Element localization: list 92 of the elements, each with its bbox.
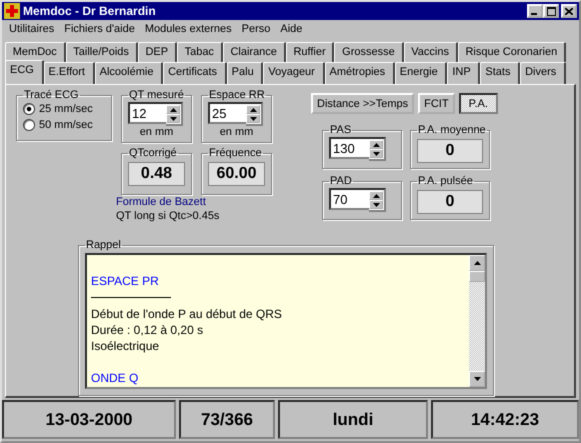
number-field[interactable]: 12 <box>128 102 166 124</box>
down-arrow-icon <box>170 116 176 120</box>
group-title: QT mesuré <box>128 89 185 101</box>
menu-item[interactable]: Modules externes <box>140 23 237 35</box>
tab[interactable]: Voyageur <box>263 62 324 84</box>
radio-label[interactable]: 50 mm/sec <box>39 119 93 131</box>
window-title: Memdoc - Dr Bernardin <box>23 4 156 18</box>
group-title: P.A. moyenne <box>417 124 487 136</box>
down-arrow-icon <box>372 152 380 156</box>
number-field[interactable]: 130 <box>329 137 369 159</box>
tab[interactable]: E.Effort <box>44 62 95 84</box>
group-title: QTcorrigé <box>128 147 178 159</box>
tab[interactable]: Clairance <box>222 42 286 62</box>
radio-button[interactable] <box>23 119 35 131</box>
group-title: PAD <box>329 175 353 187</box>
value-display: 0.48 <box>128 162 185 186</box>
menu-item[interactable]: Fichiers d'aide <box>59 23 140 35</box>
group-title: Espace RR <box>208 89 266 101</box>
value-display: 0 <box>417 190 483 214</box>
close-button[interactable] <box>561 4 577 18</box>
text-line: ESPACE PR <box>91 273 160 289</box>
tab[interactable]: Grossesse <box>334 42 404 62</box>
close-icon <box>565 8 573 14</box>
number-field[interactable]: 25 <box>208 102 246 124</box>
status-panel: lundi <box>278 400 428 439</box>
radio-button[interactable] <box>23 103 35 115</box>
up-arrow-icon <box>372 142 380 146</box>
tab[interactable]: MemDoc <box>5 42 66 62</box>
up-arrow-icon <box>170 108 176 112</box>
spin-up-button[interactable] <box>369 191 383 200</box>
unit-label: en mm <box>138 126 174 138</box>
tab[interactable]: Amétropies <box>324 62 395 84</box>
scroll-down-button[interactable] <box>469 371 485 387</box>
text-line: Durée : 0,12 à 0,20 s <box>91 322 204 338</box>
tab[interactable]: Tabac <box>176 42 223 62</box>
formula-link[interactable]: Formule de Bazett <box>116 196 301 208</box>
maximize-button[interactable] <box>543 4 559 18</box>
tab[interactable]: Stats <box>480 62 520 84</box>
mode-button[interactable]: Distance >>Temps <box>311 93 414 114</box>
group-title: Rappel <box>85 239 122 251</box>
up-arrow-icon <box>372 194 380 198</box>
cross-icon <box>4 3 20 19</box>
tab[interactable]: Energie <box>394 62 448 84</box>
down-arrow-icon <box>250 116 256 120</box>
tab[interactable]: Taille/Poids <box>66 42 138 62</box>
down-arrow-icon <box>372 202 380 206</box>
up-arrow-icon <box>250 108 256 112</box>
tab[interactable]: Vaccins <box>404 42 458 62</box>
tab[interactable]: Palu <box>226 62 264 84</box>
tab[interactable]: ECG <box>5 60 44 84</box>
radio-label[interactable]: 25 mm/sec <box>39 103 93 115</box>
spin-down-button[interactable] <box>369 149 383 158</box>
status-panel: 13-03-2000 <box>2 400 176 439</box>
up-arrow-icon <box>474 261 480 265</box>
scroll-thumb[interactable] <box>469 271 485 282</box>
note-text: QT long si Qtc>0.45s <box>116 210 220 222</box>
spin-up-button[interactable] <box>369 140 383 149</box>
maximize-icon <box>546 6 556 16</box>
text-line: Début de l'onde P au début de QRS <box>91 306 283 322</box>
scrollbar[interactable] <box>469 255 485 387</box>
spin-down-button[interactable] <box>246 114 260 123</box>
menu-item[interactable]: Utilitaires <box>4 23 60 35</box>
group-title: Fréquence <box>208 147 263 159</box>
value-display: 60.00 <box>208 162 265 186</box>
spin-up-button[interactable] <box>166 105 180 114</box>
text-line: ONDE Q <box>91 370 140 386</box>
group-title: PAS <box>329 124 352 136</box>
text-line: Isoélectrique <box>91 338 160 354</box>
status-panel: 14:42:23 <box>431 400 579 439</box>
spin-down-button[interactable] <box>166 114 180 123</box>
spin-down-button[interactable] <box>369 200 383 209</box>
tab[interactable]: Ruffier <box>286 42 334 62</box>
value-display: 0 <box>417 139 483 163</box>
tab[interactable]: Divers <box>520 62 566 84</box>
status-panel: 73/366 <box>179 400 275 439</box>
menu-item[interactable]: Perso <box>236 23 276 35</box>
down-arrow-icon <box>474 377 480 381</box>
group-title: P.A. pulsée <box>417 175 474 187</box>
mode-button[interactable]: FCIT <box>418 93 455 114</box>
mode-button[interactable]: P.A. <box>458 93 498 114</box>
spin-up-button[interactable] <box>246 105 260 114</box>
menu-item[interactable]: Aide <box>275 23 308 35</box>
unit-label: en mm <box>218 126 254 138</box>
number-field[interactable]: 70 <box>329 188 369 210</box>
group-title: Tracé ECG <box>23 89 80 101</box>
tab[interactable]: Certificats <box>163 62 227 84</box>
minimize-button[interactable] <box>527 4 543 18</box>
tab[interactable]: Risque Coronarien <box>458 42 566 62</box>
tab[interactable]: DEP <box>138 42 177 62</box>
tab[interactable]: INP <box>447 62 480 84</box>
scroll-up-button[interactable] <box>469 255 485 271</box>
tab[interactable]: Alcoolémie <box>94 62 164 84</box>
